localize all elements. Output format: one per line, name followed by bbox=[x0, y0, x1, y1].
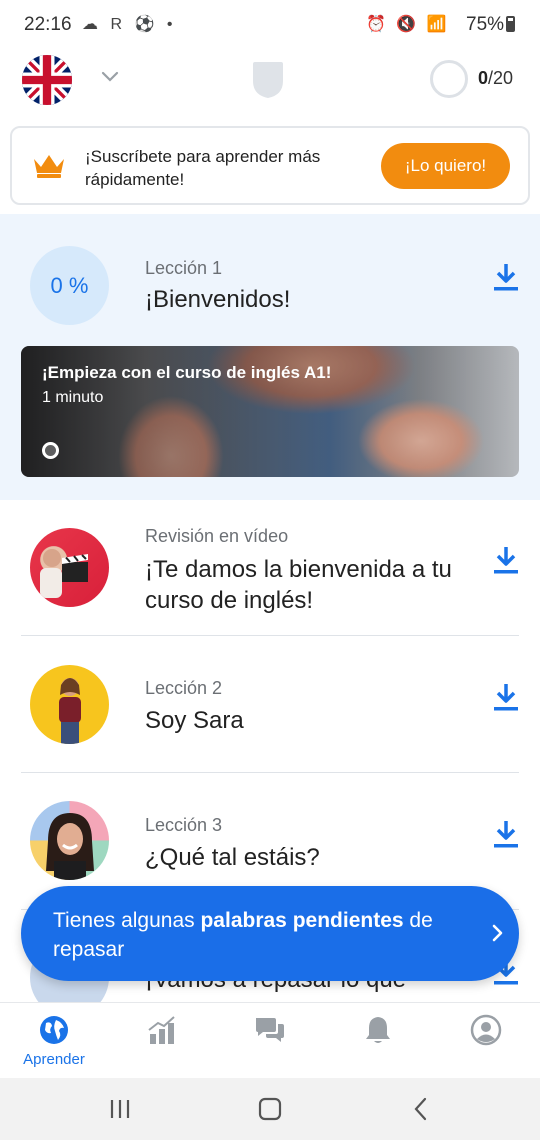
intro-video-card[interactable]: ¡Empieza con el curso de inglés A1! 1 mi… bbox=[21, 346, 519, 477]
status-bar: 22:16 ☁ R ⚽ • ⏰ 🔇 📶 75% bbox=[0, 0, 540, 52]
chat-icon bbox=[256, 1018, 284, 1042]
download-icon[interactable] bbox=[493, 682, 519, 712]
subscribe-banner[interactable]: ¡Suscríbete para aprender más rápidament… bbox=[10, 126, 530, 205]
lesson-title: ¡Te damos la bienvenida a tu curso de in… bbox=[145, 556, 452, 614]
status-time: 22:16 bbox=[24, 14, 72, 35]
video-title: ¡Empieza con el curso de inglés A1! bbox=[42, 363, 332, 382]
nav-label-learn: Aprender bbox=[23, 1051, 85, 1068]
nav-tab-learn[interactable]: Aprender bbox=[0, 1003, 108, 1079]
lesson-1-card[interactable]: 0 % Lección 1 ¡Bienvenidos! ¡Empieza con… bbox=[0, 214, 540, 500]
review-words-banner[interactable]: Tienes algunas palabras pendientes de re… bbox=[21, 886, 519, 981]
download-icon[interactable] bbox=[493, 819, 519, 849]
status-notification-icons: ☁ R ⚽ • bbox=[82, 16, 177, 33]
profile-icon bbox=[470, 1014, 502, 1046]
shield-icon[interactable] bbox=[251, 61, 285, 99]
goal-total: /20 bbox=[488, 68, 514, 88]
bell-icon bbox=[366, 1017, 390, 1043]
bottom-navigation: Aprender bbox=[0, 1002, 540, 1078]
lesson-eyebrow: Revisión en vídeo bbox=[145, 526, 289, 546]
battery-indicator: 75% bbox=[466, 14, 516, 36]
app-bar: 0/20 bbox=[0, 52, 540, 114]
daily-goal-counter[interactable]: 0/20 bbox=[478, 68, 513, 89]
lesson-eyebrow: Lección 2 bbox=[145, 678, 223, 698]
globe-icon bbox=[40, 1016, 68, 1044]
android-navigation-bar bbox=[0, 1078, 540, 1140]
nav-tab-profile[interactable] bbox=[432, 1003, 540, 1079]
lesson-title: ¿Qué tal estáis? bbox=[145, 844, 320, 871]
review-words-text: Tienes algunas palabras pendientes de re… bbox=[53, 906, 453, 964]
lesson-row-video-review[interactable]: Revisión en vídeo ¡Te damos la bienvenid… bbox=[0, 500, 540, 636]
lesson-avatar bbox=[30, 665, 109, 744]
lesson-title: ¡Bienvenidos! bbox=[145, 286, 291, 313]
stats-icon bbox=[148, 1016, 175, 1044]
subscribe-button[interactable]: ¡Lo quiero! bbox=[381, 143, 510, 189]
uk-flag-icon[interactable] bbox=[22, 55, 72, 105]
crown-icon bbox=[34, 155, 64, 178]
status-system-icons: ⏰ 🔇 📶 bbox=[366, 16, 450, 33]
nav-tab-progress[interactable] bbox=[108, 1003, 216, 1079]
subscribe-text: ¡Suscríbete para aprender más rápidament… bbox=[85, 147, 321, 189]
daily-goal-ring[interactable] bbox=[430, 60, 468, 98]
lesson-progress-badge: 0 % bbox=[30, 246, 109, 325]
video-duration: 1 minuto bbox=[42, 389, 104, 406]
lesson-row-2[interactable]: Lección 2 Soy Sara bbox=[0, 636, 540, 772]
chevron-down-icon[interactable] bbox=[98, 64, 122, 88]
lesson-avatar bbox=[30, 528, 109, 607]
nav-tab-notifications[interactable] bbox=[324, 1003, 432, 1079]
back-icon[interactable] bbox=[408, 1096, 434, 1122]
lesson-eyebrow: Lección 1 bbox=[145, 258, 223, 278]
home-icon[interactable] bbox=[257, 1096, 283, 1122]
download-icon[interactable] bbox=[493, 262, 519, 292]
nav-tab-chat[interactable] bbox=[216, 1003, 324, 1079]
goal-current: 0 bbox=[478, 68, 489, 88]
battery-percent: 75% bbox=[466, 14, 505, 35]
lesson-eyebrow: Lección 3 bbox=[145, 815, 223, 835]
lesson-title: Soy Sara bbox=[145, 707, 244, 734]
review-text-bold: palabras pendientes bbox=[200, 909, 404, 932]
lesson-avatar bbox=[30, 801, 109, 880]
video-progress-dot bbox=[42, 442, 59, 459]
battery-icon bbox=[506, 16, 516, 32]
recent-apps-icon[interactable] bbox=[107, 1096, 133, 1122]
chevron-right-icon bbox=[492, 924, 503, 942]
download-icon[interactable] bbox=[493, 545, 519, 575]
review-text-prefix: Tienes algunas bbox=[53, 909, 201, 932]
